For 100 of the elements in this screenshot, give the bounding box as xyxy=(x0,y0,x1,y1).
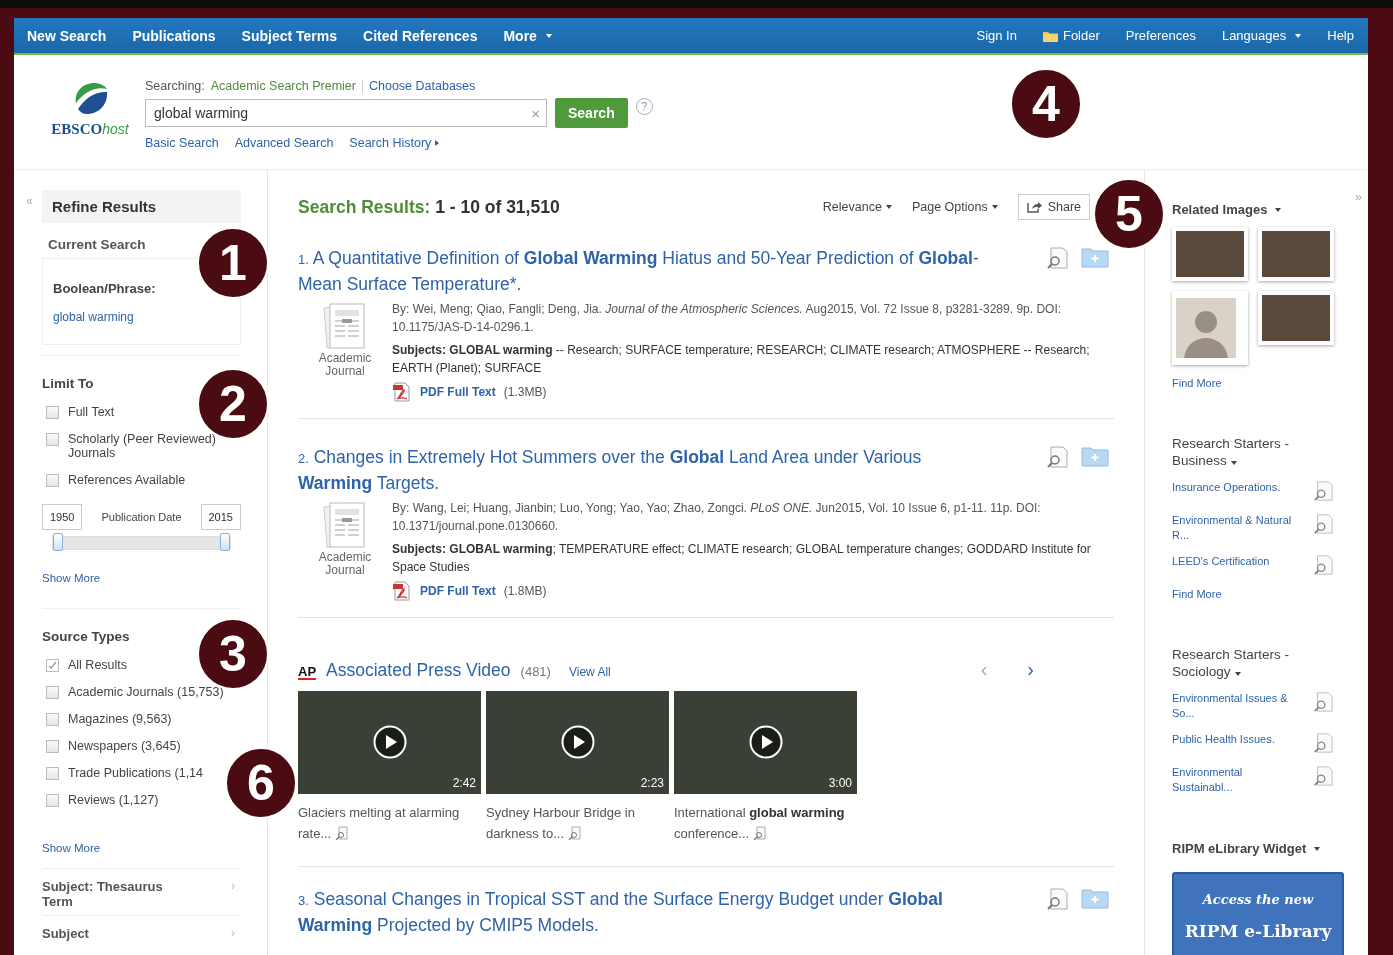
share-button[interactable]: Share xyxy=(1017,194,1090,220)
add-to-folder-icon[interactable] xyxy=(1081,887,1109,909)
research-starter-link[interactable]: Environmental Issues & So... xyxy=(1172,691,1297,721)
nav-link[interactable]: Help xyxy=(1327,28,1354,43)
video-caption[interactable]: Sydney Harbour Bridge in darkness to... xyxy=(486,802,669,844)
next-button[interactable]: › xyxy=(1027,658,1034,681)
research-starter-link[interactable]: Insurance Operations. xyxy=(1172,480,1297,495)
result-title-link[interactable]: 2. Changes in Extremely Hot Summers over the Global Land Area under Various Warming Targets. xyxy=(298,445,988,495)
photo-placeholder[interactable] xyxy=(1172,227,1248,281)
show-more-link[interactable]: Show More xyxy=(42,572,101,584)
preview-icon[interactable] xyxy=(1312,554,1334,576)
search-term-link[interactable]: global warming xyxy=(53,310,230,324)
preview-icon[interactable] xyxy=(1312,732,1334,754)
person-silhouette[interactable] xyxy=(1172,291,1248,365)
publication-type-label: Academic Journal xyxy=(317,352,373,378)
search-button[interactable]: Search xyxy=(555,98,628,128)
nav-link[interactable]: Publications xyxy=(132,27,216,44)
video-thumbnail[interactable]: 3:00 xyxy=(674,691,857,794)
research-starters-dropdown[interactable]: Research Starters - Sociology xyxy=(1172,646,1312,680)
research-starter-link[interactable]: LEED's Certification xyxy=(1172,554,1297,569)
year-to-field[interactable]: 2015 xyxy=(200,504,241,530)
add-to-folder-icon[interactable] xyxy=(1081,445,1109,467)
ap-logo: AP xyxy=(298,665,317,680)
year-from-field[interactable]: 1950 xyxy=(42,504,83,530)
slider-handle[interactable] xyxy=(53,533,63,551)
pdf-icon xyxy=(392,382,412,402)
checkbox[interactable] xyxy=(46,713,59,726)
nav-link[interactable]: Cited References xyxy=(363,27,478,44)
search-mode-link[interactable]: Advanced Search xyxy=(234,136,334,150)
database-link[interactable]: Academic Search Premier xyxy=(210,79,356,93)
play-icon[interactable] xyxy=(749,725,783,759)
facet-toggle[interactable]: Subject: Thesaurus Term xyxy=(42,879,192,909)
video-thumbnail[interactable]: 2:23 xyxy=(486,691,669,794)
preview-icon[interactable] xyxy=(1045,246,1069,270)
nav-link[interactable]: Preferences xyxy=(1125,28,1196,43)
research-starter-link[interactable]: Environmental Sustainabl... xyxy=(1172,765,1297,795)
find-more-link[interactable]: Find More xyxy=(1172,377,1358,389)
play-icon[interactable] xyxy=(373,725,407,759)
checkbox[interactable] xyxy=(46,686,59,699)
facet-toggle[interactable]: Subject xyxy=(42,926,192,941)
photo-placeholder[interactable] xyxy=(1258,291,1334,345)
caret-icon xyxy=(1275,207,1282,212)
video-caption[interactable]: Glaciers melting at alarming rate... xyxy=(298,802,481,844)
option-label: Scholarly (Peer Reviewed) Journals xyxy=(68,432,217,460)
research-starter-link[interactable]: Public Health Issues. xyxy=(1172,732,1297,747)
boolean-phrase-label: Boolean/Phrase: xyxy=(53,281,157,296)
research-starters-dropdown[interactable]: Research Starters - Business xyxy=(1172,435,1312,469)
result-title-link[interactable]: 1. A Quantitative Definition of Global Warming Hiatus and 50-Year Prediction of Global-Mean Surface Temperature*. xyxy=(298,246,988,296)
checkbox[interactable] xyxy=(46,474,59,487)
pdf-full-text-link[interactable]: PDF Full Text xyxy=(420,584,496,598)
video-thumbnail[interactable]: 2:42 xyxy=(298,691,481,794)
preview-icon[interactable] xyxy=(1312,765,1334,787)
checkbox[interactable] xyxy=(46,659,59,672)
nav-link[interactable]: More xyxy=(503,27,552,44)
search-field[interactable]: global warming × xyxy=(145,99,547,127)
add-to-folder-icon[interactable] xyxy=(1081,246,1109,268)
photo-placeholder[interactable] xyxy=(1258,227,1334,281)
slider-handle[interactable] xyxy=(220,533,230,551)
video-section-title[interactable]: Associated Press Video xyxy=(326,660,511,681)
logo-text: EBSCOhost xyxy=(51,121,129,138)
widget-dropdown[interactable]: RIPM eLibrary Widget xyxy=(1172,841,1321,856)
page-options-dropdown[interactable]: Page Options xyxy=(911,200,998,214)
preview-icon[interactable] xyxy=(1045,887,1069,911)
checkbox[interactable] xyxy=(46,794,59,807)
nav-link[interactable]: New Search xyxy=(27,27,107,44)
find-more-link[interactable]: Find More xyxy=(1172,588,1358,600)
show-more-link[interactable]: Show More xyxy=(42,842,101,854)
chevron-icon: › xyxy=(231,926,235,941)
video-caption[interactable]: International global warming conference... xyxy=(674,802,857,844)
preview-icon[interactable] xyxy=(335,826,350,840)
play-icon[interactable] xyxy=(561,725,595,759)
checkbox[interactable] xyxy=(46,740,59,753)
caret-icon xyxy=(885,205,892,209)
nav-link[interactable]: Folder xyxy=(1042,28,1100,43)
folder-icon xyxy=(1042,29,1058,42)
relevance-dropdown[interactable]: Relevance xyxy=(822,200,892,214)
share-icon xyxy=(1026,201,1042,213)
preview-icon[interactable] xyxy=(1045,445,1069,469)
pdf-full-text-link[interactable]: PDF Full Text xyxy=(420,385,496,399)
preview-icon[interactable] xyxy=(1312,691,1334,713)
choose-databases-link[interactable]: Choose Databases xyxy=(368,79,476,93)
library-banner[interactable]: Access the new RIPM e-Library xyxy=(1172,872,1344,955)
search-mode-link[interactable]: Basic Search xyxy=(145,136,219,150)
view-all-link[interactable]: View All xyxy=(568,665,611,679)
option-label: Full Text xyxy=(68,405,115,419)
nav-link[interactable]: Subject Terms xyxy=(241,27,338,44)
nav-link[interactable]: Sign In xyxy=(976,28,1017,43)
checkbox[interactable] xyxy=(46,433,59,446)
result-title-link[interactable]: 3. Seasonal Changes in Tropical SST and the Surface Energy Budget under Global Warming Projected by CMIP5 Models. xyxy=(298,887,988,937)
preview-icon[interactable] xyxy=(1312,480,1334,502)
checkbox[interactable] xyxy=(46,767,59,780)
research-starter-link[interactable]: Environmental & Natural R... xyxy=(1172,513,1297,543)
preview-icon[interactable] xyxy=(753,826,768,840)
preview-icon[interactable] xyxy=(568,826,583,840)
preview-icon[interactable] xyxy=(1312,513,1334,535)
nav-link[interactable]: Languages xyxy=(1221,28,1302,43)
video-duration: 2:42 xyxy=(452,776,476,790)
search-mode-link[interactable]: Search History xyxy=(349,136,440,150)
checkbox[interactable] xyxy=(46,406,59,419)
related-images-dropdown[interactable]: Related Images xyxy=(1172,202,1282,217)
